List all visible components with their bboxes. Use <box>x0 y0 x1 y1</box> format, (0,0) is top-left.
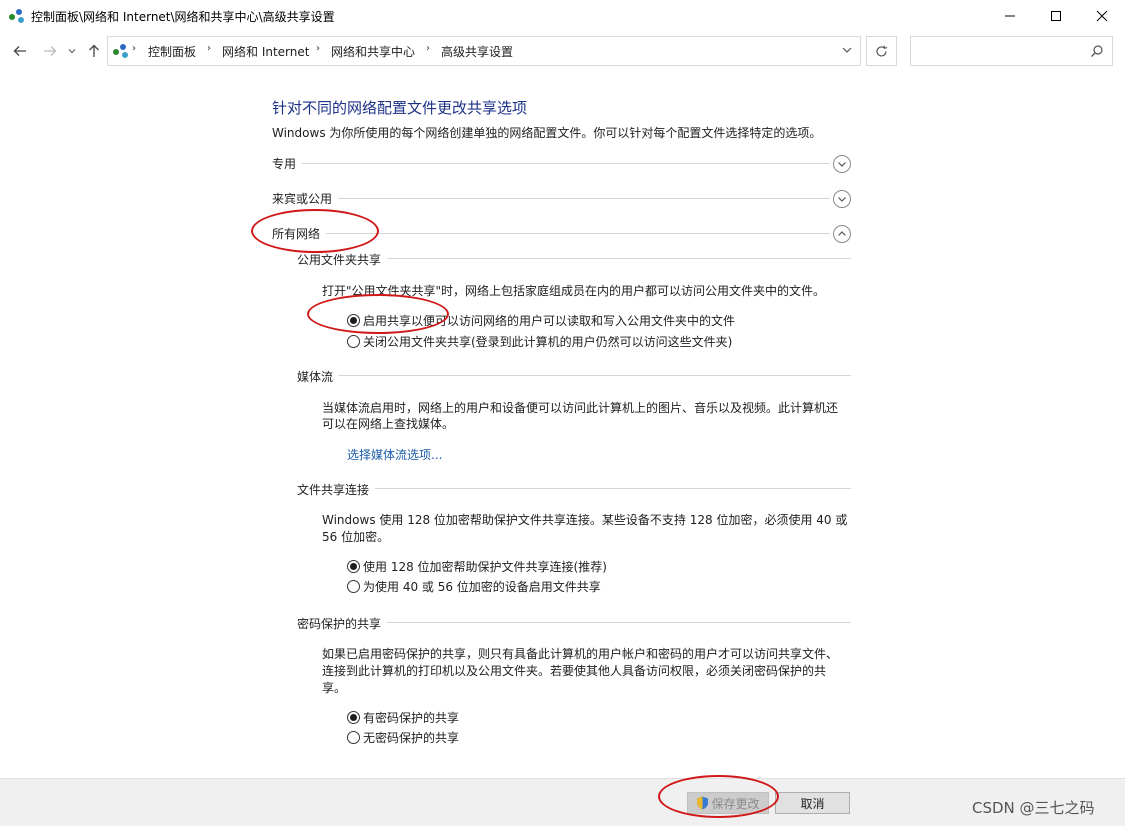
radio-label: 为使用 40 或 56 位加密的设备启用文件共享 <box>363 580 601 594</box>
back-button[interactable] <box>10 40 30 62</box>
minimize-icon <box>1005 15 1015 17</box>
collapse-all-networks-button[interactable] <box>833 225 851 243</box>
network-icon <box>113 44 128 58</box>
window-title: 控制面板\网络和 Internet\网络和共享中心\高级共享设置 <box>31 10 335 24</box>
radio-button[interactable] <box>347 711 360 724</box>
section-public-folder-title: 公用文件夹共享 <box>297 251 388 268</box>
refresh-button[interactable] <box>866 36 897 66</box>
section-media-description-line2: 可以在网络上查找媒体。 <box>322 417 455 431</box>
forward-button[interactable] <box>40 40 60 62</box>
search-input[interactable] <box>910 36 1113 66</box>
close-icon <box>1096 10 1108 22</box>
radio-label: 关闭公用文件夹共享(登录到此计算机的用户仍然可以访问这些文件夹) <box>363 335 733 349</box>
radio-button[interactable] <box>347 335 360 348</box>
page-description: Windows 为你所使用的每个网络创建单独的网络配置文件。你可以针对每个配置文… <box>272 126 822 140</box>
radio-label: 使用 128 位加密帮助保护文件共享连接(推荐) <box>363 560 607 574</box>
radio-password-off[interactable]: 无密码保护的共享 <box>347 729 459 746</box>
arrow-up-icon <box>89 44 99 57</box>
breadcrumb-control-panel[interactable]: 控制面板 <box>148 43 196 60</box>
profile-private-header[interactable]: 专用 <box>272 155 303 172</box>
profile-all-networks-header[interactable]: 所有网络 <box>272 225 327 242</box>
expand-private-button[interactable] <box>833 155 851 173</box>
up-button[interactable] <box>86 40 102 62</box>
address-dropdown-icon[interactable] <box>840 43 854 57</box>
section-password-description-line2: 连接到此计算机的打印机以及公用文件夹。若要使其他人具备访问权限，必须关闭密码保护… <box>322 664 827 678</box>
arrow-left-icon <box>13 46 26 56</box>
bottom-action-bar <box>0 778 1125 826</box>
section-file-sharing-description-line2: 56 位加密。 <box>322 530 390 544</box>
radio-button[interactable] <box>347 560 360 573</box>
save-changes-label: 保存更改 <box>711 796 760 811</box>
maximize-icon <box>1051 11 1061 21</box>
breadcrumb-network-sharing-center[interactable]: 网络和共享中心 <box>331 43 415 60</box>
radio-encryption-40-56[interactable]: 为使用 40 或 56 位加密的设备启用文件共享 <box>347 578 601 595</box>
minimize-button[interactable] <box>987 0 1033 32</box>
profile-guest-public-header[interactable]: 来宾或公用 <box>272 190 339 207</box>
section-password-title: 密码保护的共享 <box>297 615 388 632</box>
radio-password-on[interactable]: 有密码保护的共享 <box>347 709 459 726</box>
radio-label: 有密码保护的共享 <box>363 711 460 725</box>
section-media-description-line1: 当媒体流启用时，网络上的用户和设备便可以访问此计算机上的图片、音乐以及视频。此计… <box>322 401 839 415</box>
section-file-sharing-title: 文件共享连接 <box>297 481 376 498</box>
breadcrumb-advanced-sharing[interactable]: 高级共享设置 <box>441 43 513 60</box>
section-password-description-line1: 如果已启用密码保护的共享，则只有具备此计算机的用户帐户和密码的用户才可以访问共享… <box>322 647 839 661</box>
section-password-description-line3: 享。 <box>322 681 347 695</box>
breadcrumb-separator: › <box>316 43 320 54</box>
recent-locations-button[interactable] <box>65 40 79 62</box>
radio-label: 无密码保护的共享 <box>363 731 460 745</box>
section-file-sharing-description-line1: Windows 使用 128 位加密帮助保护文件共享连接。某些设备不支持 128… <box>322 513 848 527</box>
search-icon[interactable] <box>1090 44 1104 58</box>
media-streaming-options-link[interactable]: 选择媒体流选项... <box>347 446 442 463</box>
radio-public-folder-on[interactable]: 启用共享以便可以访问网络的用户可以读取和写入公用文件夹中的文件 <box>347 312 735 329</box>
divider <box>272 233 830 234</box>
radio-public-folder-off[interactable]: 关闭公用文件夹共享(登录到此计算机的用户仍然可以访问这些文件夹) <box>347 333 732 350</box>
radio-button[interactable] <box>347 731 360 744</box>
cancel-button[interactable]: 取消 <box>775 792 850 814</box>
save-changes-button[interactable]: 保存更改 <box>687 792 769 814</box>
uac-shield-icon <box>697 796 709 810</box>
radio-button[interactable] <box>347 314 360 327</box>
expand-guest-public-button[interactable] <box>833 190 851 208</box>
section-public-folder-description: 打开"公用文件夹共享"时，网络上包括家庭组成员在内的用户都可以访问公用文件夹中的… <box>322 284 826 298</box>
title-bar: 控制面板\网络和 Internet\网络和共享中心\高级共享设置 <box>0 0 1125 32</box>
close-button[interactable] <box>1079 0 1125 32</box>
breadcrumb-separator: › <box>132 43 136 54</box>
chevron-down-icon <box>838 197 846 202</box>
address-bar[interactable]: › 控制面板 › 网络和 Internet › 网络和共享中心 › 高级共享设置 <box>107 36 861 66</box>
chevron-down-icon <box>68 49 76 54</box>
radio-encryption-128[interactable]: 使用 128 位加密帮助保护文件共享连接(推荐) <box>347 558 607 575</box>
radio-button[interactable] <box>347 580 360 593</box>
radio-label: 启用共享以便可以访问网络的用户可以读取和写入公用文件夹中的文件 <box>363 314 736 328</box>
divider <box>297 488 851 489</box>
breadcrumb-separator: › <box>426 43 430 54</box>
section-media-title: 媒体流 <box>297 368 340 385</box>
network-icon <box>9 9 24 23</box>
watermark: CSDN @三七之码 <box>972 799 1095 817</box>
chevron-down-icon <box>838 162 846 167</box>
page-title: 针对不同的网络配置文件更改共享选项 <box>272 99 528 117</box>
chevron-up-icon <box>838 231 846 236</box>
refresh-icon <box>876 45 888 57</box>
arrow-right-icon <box>44 46 57 56</box>
breadcrumb-network-internet[interactable]: 网络和 Internet <box>222 43 309 60</box>
divider <box>297 375 851 376</box>
divider <box>272 163 830 164</box>
breadcrumb-separator: › <box>207 43 211 54</box>
maximize-button[interactable] <box>1033 0 1079 32</box>
divider <box>272 198 830 199</box>
